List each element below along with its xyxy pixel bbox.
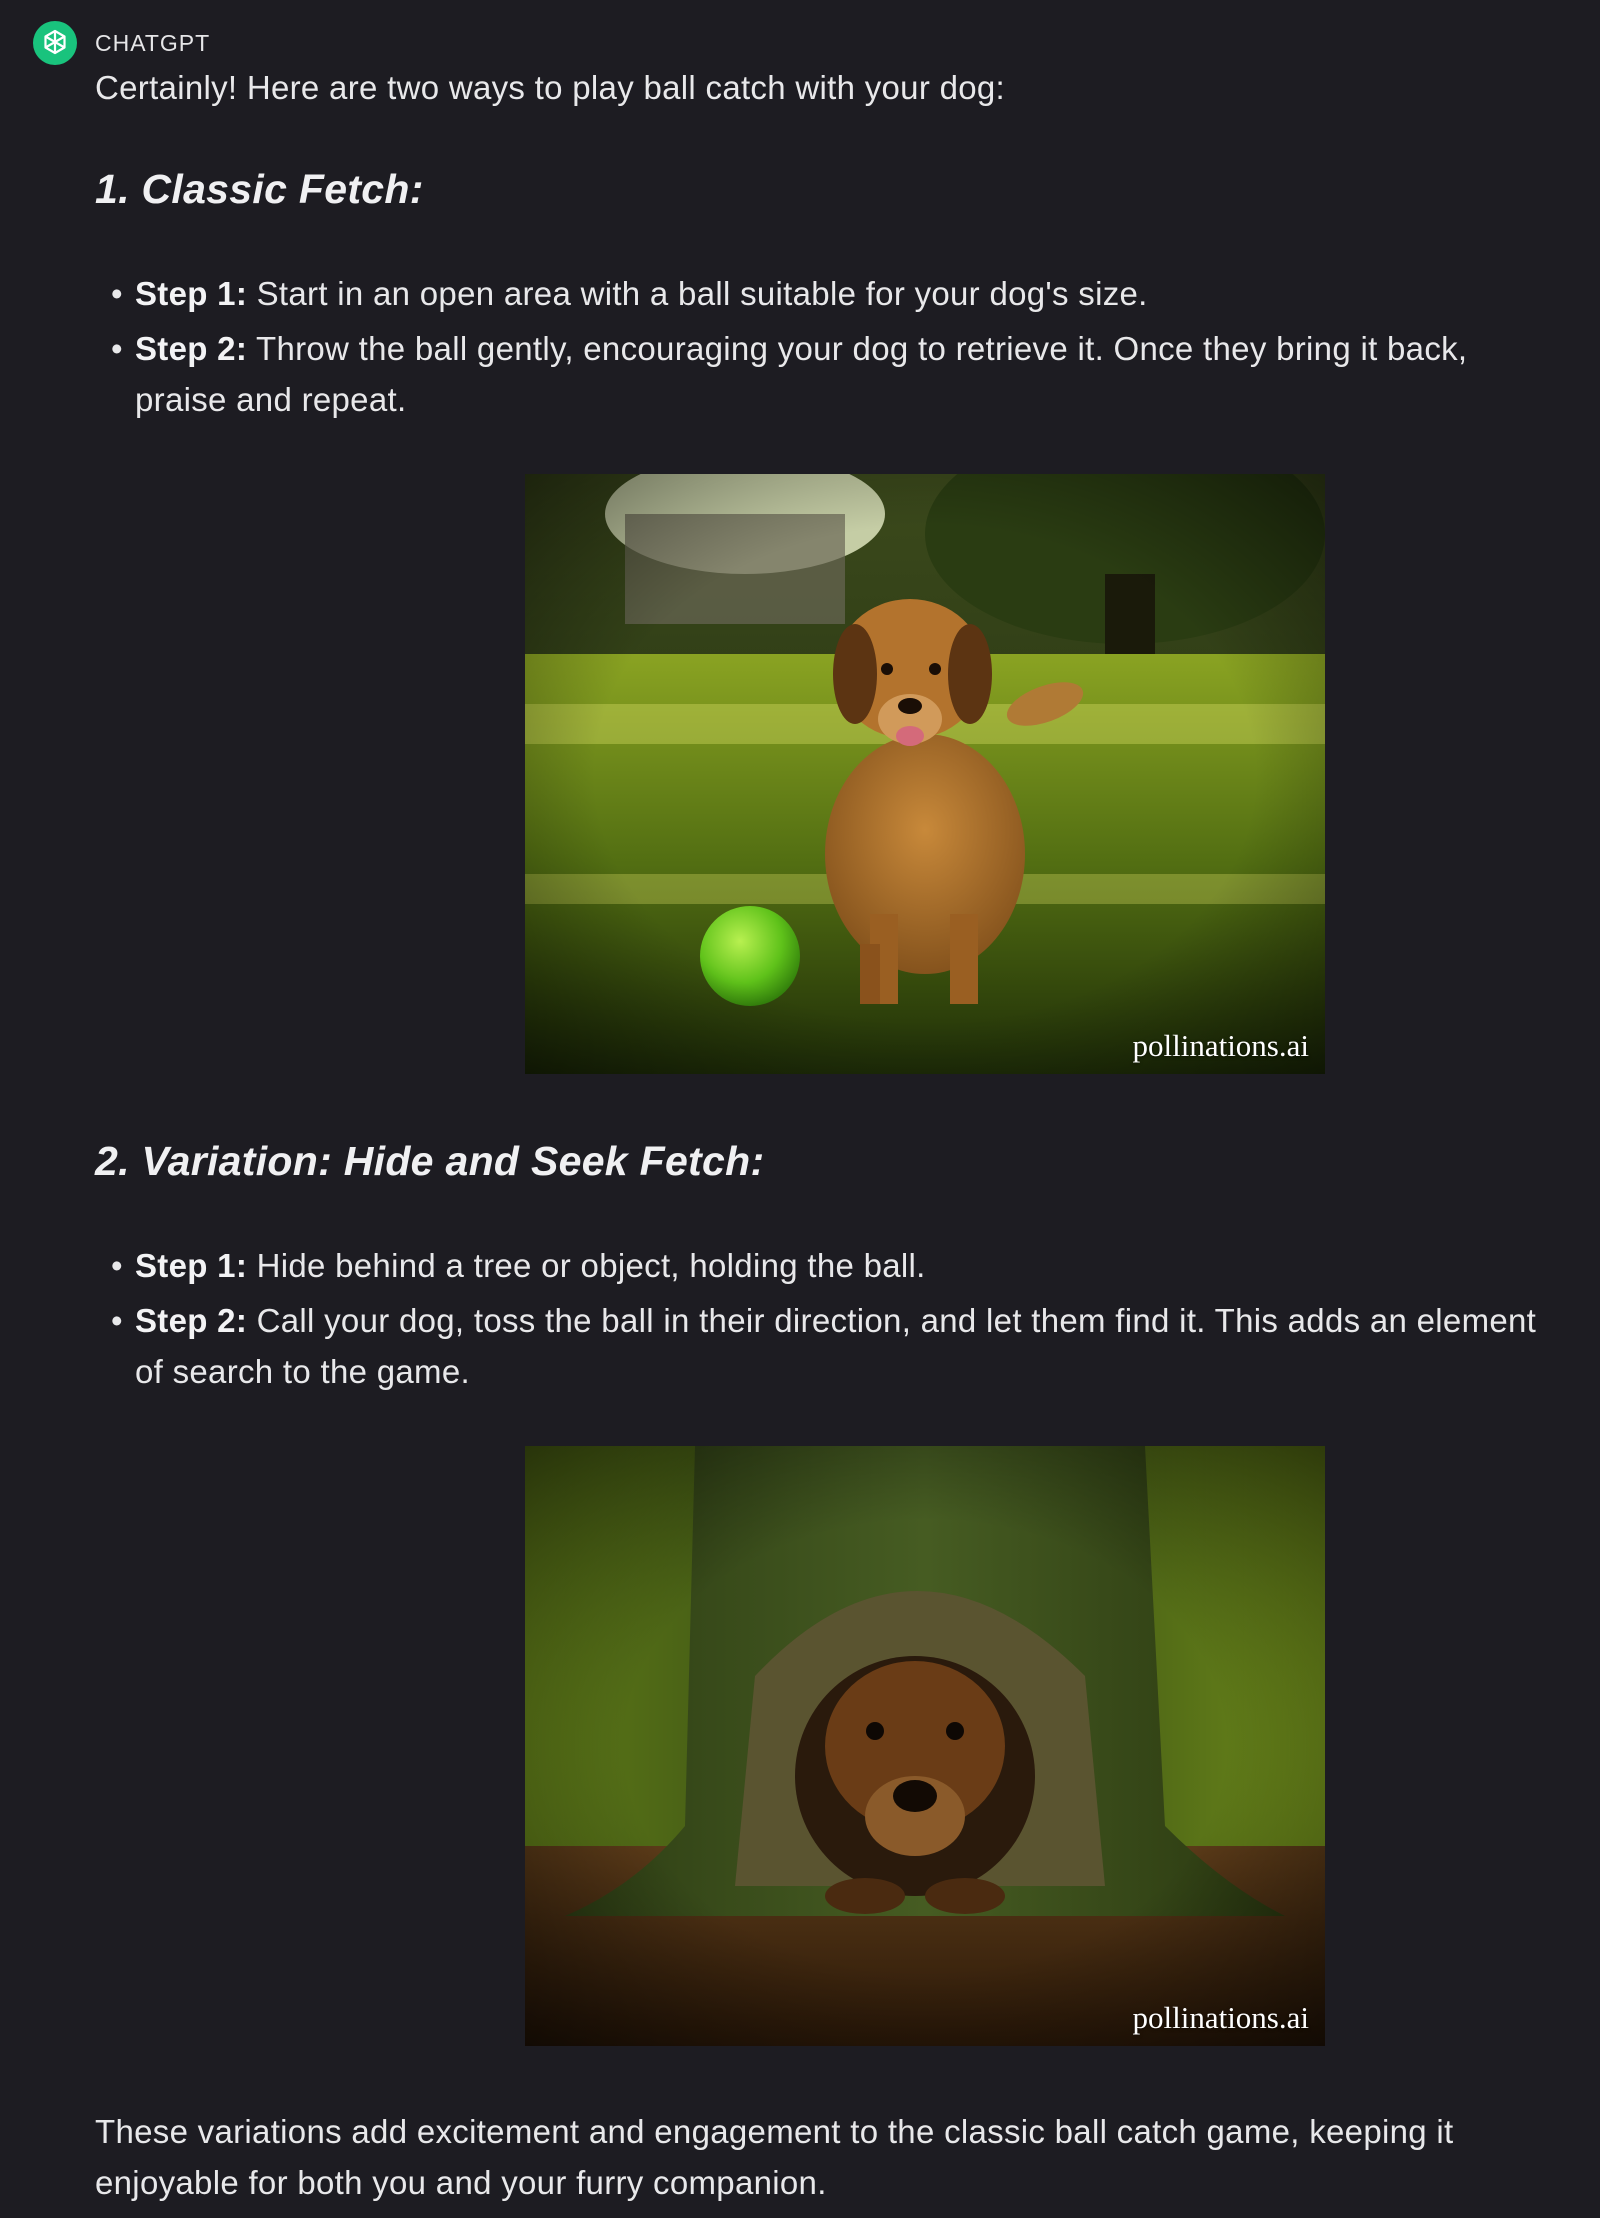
list-item: • Step 2: Call your dog, toss the ball i… — [95, 1295, 1565, 1397]
bullet-icon: • — [111, 1247, 123, 1284]
image-watermark: pollinations.ai — [1132, 2000, 1309, 2035]
sender-name: CHATGPT — [95, 29, 211, 56]
generated-image-fetch[interactable]: pollinations.ai — [525, 474, 1325, 1074]
section-heading-hide-and-seek: 2. Variation: Hide and Seek Fetch: — [95, 1138, 765, 1184]
step-text: Call your dog, toss the ball in their di… — [135, 1302, 1537, 1390]
step-label: Step 2: — [135, 1302, 248, 1339]
section-heading-classic-fetch: 1. Classic Fetch: — [95, 166, 424, 212]
step-text: Start in an open area with a ball suitab… — [247, 275, 1148, 312]
message-body: Certainly! Here are two ways to play bal… — [95, 62, 1565, 2046]
closing-text: These variations add excitement and enga… — [95, 2113, 1454, 2201]
chatgpt-avatar — [33, 21, 77, 65]
openai-logo-icon — [44, 29, 66, 55]
step-text: Hide behind a tree or object, holding th… — [247, 1247, 926, 1284]
dog-fetch-illustration — [525, 474, 1325, 1074]
step-label: Step 1: — [135, 1247, 248, 1284]
steps-list-hide-and-seek: • Step 1: Hide behind a tree or object, … — [95, 1240, 1565, 1401]
bullet-icon: • — [111, 1302, 123, 1339]
list-item: • Step 1: Hide behind a tree or object, … — [95, 1240, 1565, 1291]
image-watermark: pollinations.ai — [1132, 1028, 1309, 1063]
step-label: Step 1: — [135, 275, 248, 312]
message-header: CHATGPT — [33, 21, 210, 65]
step-text: Throw the ball gently, encouraging your … — [135, 330, 1468, 418]
bullet-icon: • — [111, 330, 123, 367]
bullet-icon: • — [111, 275, 123, 312]
list-item: • Step 2: Throw the ball gently, encoura… — [95, 323, 1565, 425]
dog-tree-illustration — [525, 1446, 1325, 2046]
list-item: • Step 1: Start in an open area with a b… — [95, 268, 1565, 319]
intro-text: Certainly! Here are two ways to play bal… — [95, 69, 1006, 106]
steps-list-classic-fetch: • Step 1: Start in an open area with a b… — [95, 268, 1565, 429]
step-label: Step 2: — [135, 330, 248, 367]
generated-image-hide-and-seek[interactable]: pollinations.ai — [525, 1446, 1325, 2046]
